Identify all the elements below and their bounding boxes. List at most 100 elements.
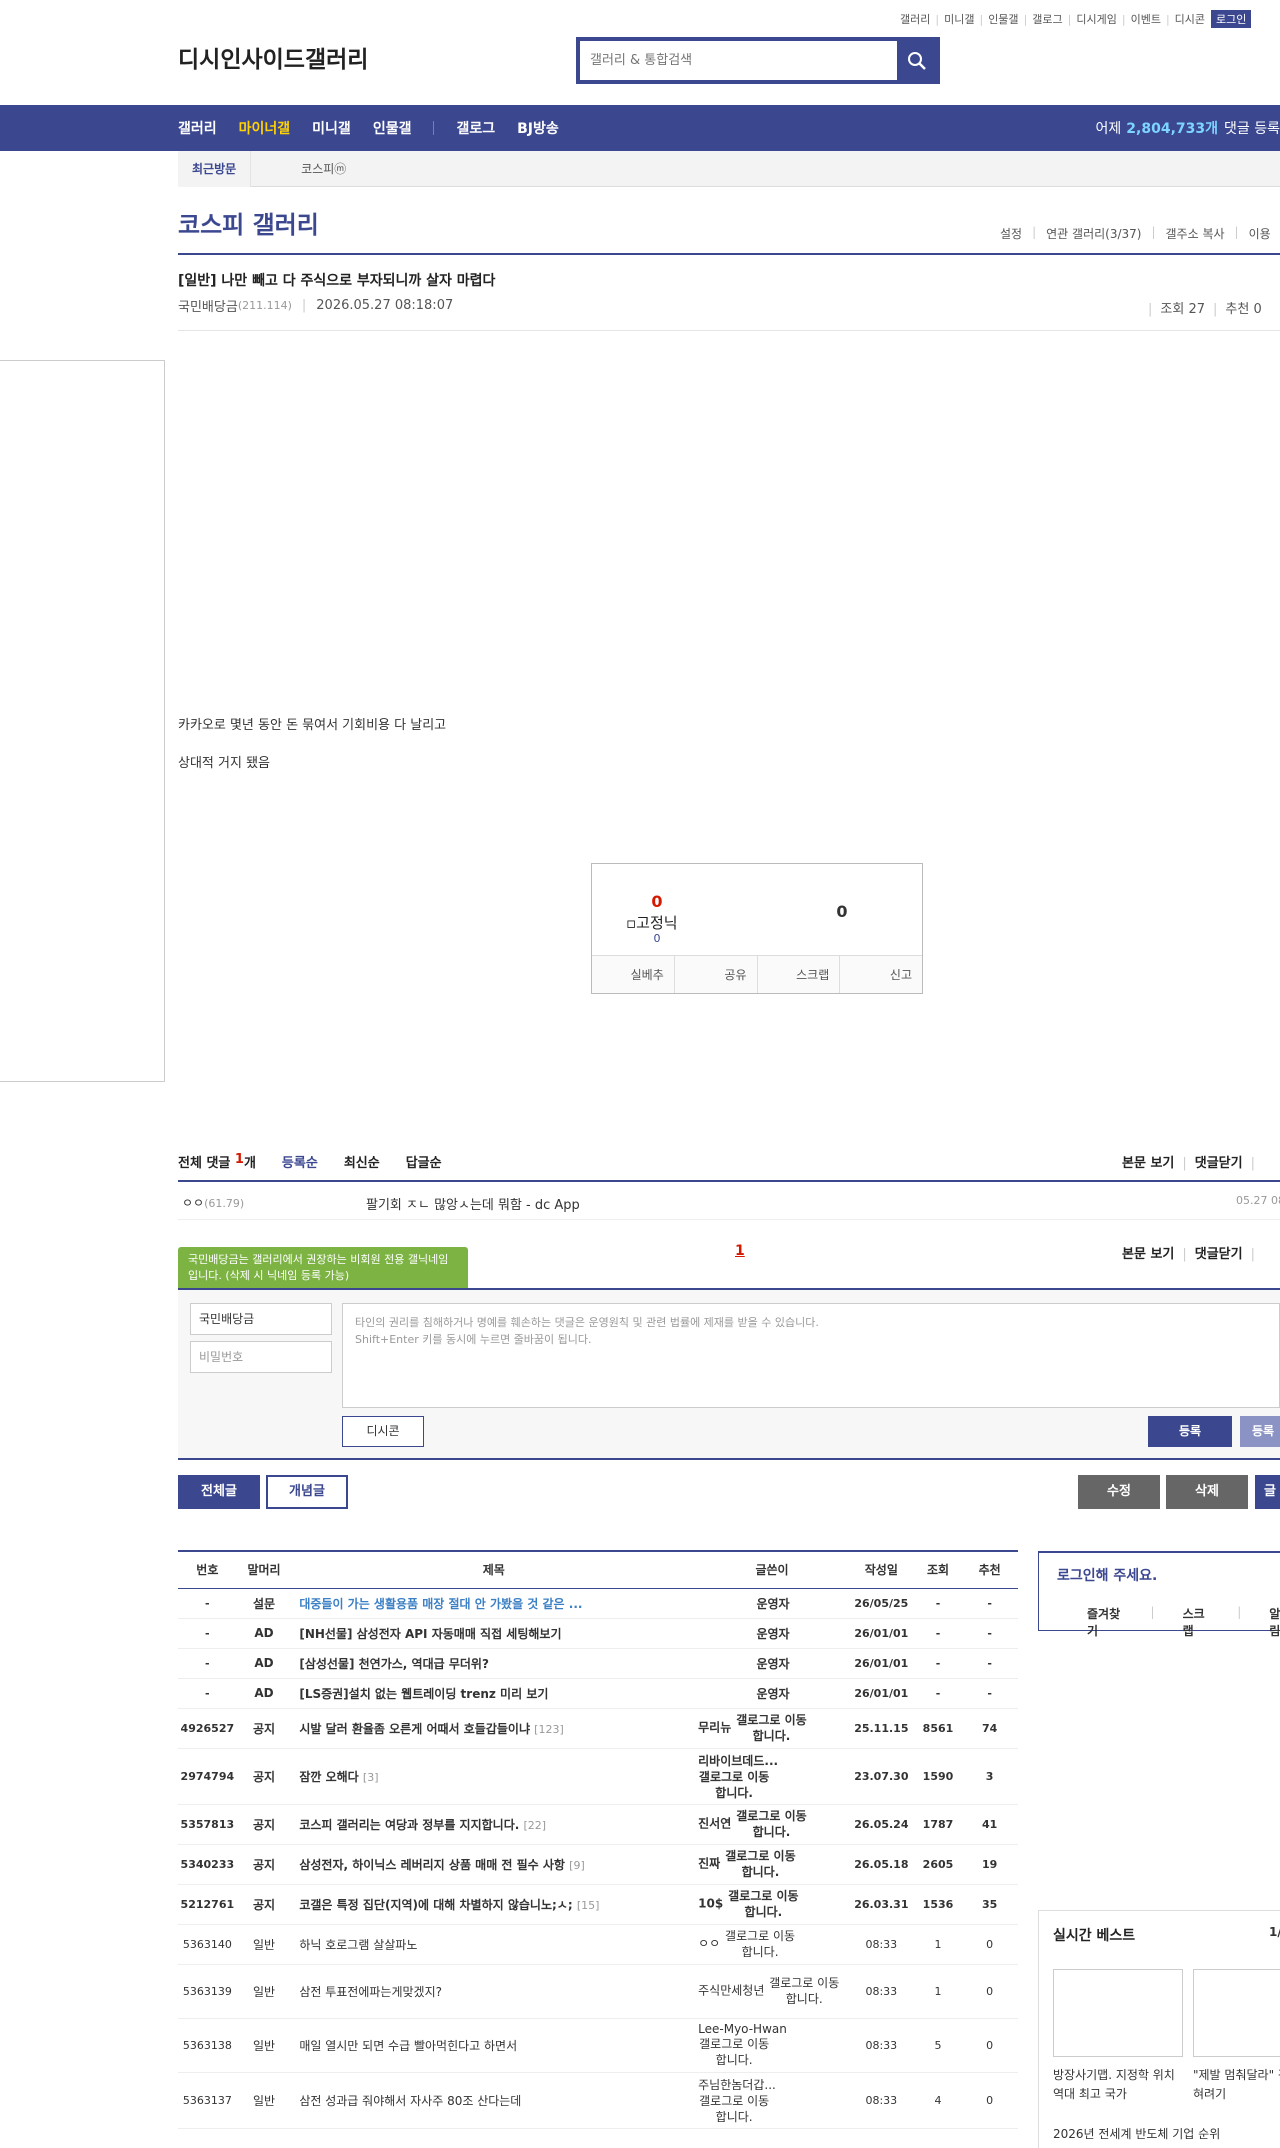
row-subject[interactable]: 하닉 호로그램 살살파노: [291, 1924, 697, 1965]
sort-replies[interactable]: 답글순: [406, 1152, 442, 1171]
reply-count[interactable]: [22]: [524, 1819, 547, 1832]
row-writer[interactable]: 무리뉴 갤로그로 이동합니다.: [696, 1708, 848, 1749]
table-row[interactable]: 5363139 일반 삼전 투표전에파는게맞겠지? 주식만세청년 갤로그로 이동합니다…: [178, 1964, 1018, 2019]
comment-submit-button[interactable]: 등록: [1148, 1416, 1232, 1447]
best-caption[interactable]: 방장사기맵. 지정학 위치 역대 최고 국가: [1053, 2066, 1189, 2104]
gallog-icon[interactable]: 갤로그로 이동합니다.: [724, 1928, 796, 1960]
row-writer[interactable]: 주님한놈더갑... 갤로그로 이동합니다.: [696, 2072, 848, 2129]
comment-page-1[interactable]: 1: [735, 1243, 745, 1259]
reply-count[interactable]: [123]: [534, 1723, 564, 1736]
row-writer[interactable]: Lee-Myo-Hwan 갤로그로 이동합니다.: [696, 2018, 848, 2073]
all-posts-button[interactable]: 전체글: [178, 1475, 260, 1509]
nav-mini-gallery[interactable]: 미니갤: [312, 118, 351, 138]
table-row[interactable]: 2974794 공지 잠깐 오해다 [3] 리바이브데드... 갤로그로 이동합니다.…: [178, 1748, 1018, 1805]
writer-nick[interactable]: 진서연: [698, 1817, 731, 1831]
row-writer[interactable]: 진짜 갤로그로 이동합니다.: [696, 1844, 848, 1885]
row-subject[interactable]: 코스피 갤러리는 여당과 정부를 지지합니다. [22]: [291, 1804, 697, 1845]
writer-nick[interactable]: 리바이브데드...: [698, 1754, 778, 1768]
recent-item-kospi[interactable]: 코스피ⓜ: [301, 160, 346, 177]
write-button[interactable]: 글: [1255, 1475, 1280, 1509]
row-subject-text[interactable]: 코갤은 특정 집단(지역)에 대해 차별하지 않습니노;ㅅ;: [299, 1898, 572, 1912]
view-body-button-bottom[interactable]: 본문 보기: [1122, 1247, 1174, 1262]
edit-button[interactable]: 수정: [1078, 1475, 1160, 1509]
gallog-icon[interactable]: 갤로그로 이동합니다.: [768, 1975, 840, 2007]
table-row[interactable]: 5212761 공지 코갤은 특정 집단(지역)에 대해 차별하지 않습니노;ㅅ; …: [178, 1884, 1018, 1925]
toplink-gallog[interactable]: 갤로그: [1032, 11, 1062, 27]
row-writer[interactable]: 운영자: [696, 1648, 848, 1679]
row-subject[interactable]: 삼성전자, 하이닉스 레버리지 상품 매매 전 필수 사항 [9]: [291, 1844, 697, 1885]
comment-nick[interactable]: ㅇㅇ(61.79): [182, 1194, 244, 1211]
nav-person-gallery[interactable]: 인물갤: [373, 118, 412, 138]
row-subject[interactable]: [삼성선물] 천연가스, 역대급 무더위?: [291, 1648, 697, 1679]
dccon-button[interactable]: 디시콘: [342, 1416, 424, 1447]
writer-nick[interactable]: Lee-Myo-Hwan: [698, 2022, 787, 2036]
row-writer[interactable]: 진서연 갤로그로 이동합니다.: [696, 1804, 848, 1845]
row-writer[interactable]: 10$ 갤로그로 이동합니다.: [696, 1884, 848, 1925]
close-comments-button-bottom[interactable]: 댓글닫기: [1195, 1247, 1243, 1262]
row-subject[interactable]: 시발 달러 환율좀 오른게 어때서 호들갑들이냐 [123]: [291, 1708, 697, 1749]
best-item[interactable]: 2026년 전세계 반도체 기업 순위: [1053, 2125, 1220, 2142]
share-button[interactable]: 공유: [675, 956, 758, 993]
row-subject-text[interactable]: [삼성선물] 천연가스, 역대급 무더위?: [299, 1657, 489, 1671]
reply-count[interactable]: [3]: [363, 1771, 379, 1784]
writer-nick[interactable]: 진짜: [698, 1857, 720, 1871]
notifications-button[interactable]: 알림: [1269, 1605, 1280, 1639]
best-thumbnail[interactable]: [1053, 1969, 1183, 2057]
toplink-minigall[interactable]: 미니갤: [944, 11, 974, 27]
table-row[interactable]: 5340233 공지 삼성전자, 하이닉스 레버리지 상품 매매 전 필수 사항 […: [178, 1844, 1018, 1885]
row-subject-text[interactable]: 코스피 갤러리는 여당과 정부를 지지합니다.: [299, 1818, 519, 1832]
row-subject-text[interactable]: 삼성전자, 하이닉스 레버리지 상품 매매 전 필수 사항: [299, 1858, 565, 1872]
writer-nick[interactable]: ㅇㅇ: [698, 1937, 720, 1951]
table-row[interactable]: 5357813 공지 코스피 갤러리는 여당과 정부를 지지합니다. [22] 진서연…: [178, 1804, 1018, 1845]
table-row[interactable]: 5363137 일반 삼전 성과급 줘야해서 자사주 80조 산다는데 주님한놈더갑.…: [178, 2072, 1018, 2129]
login-prompt[interactable]: 로그인해 주세요.: [1057, 1565, 1157, 1585]
writer-nick[interactable]: 주님한놈더갑...: [698, 2078, 776, 2092]
toplink-person[interactable]: 인물갤: [988, 11, 1018, 27]
gallog-icon[interactable]: 갤로그로 이동합니다.: [698, 2036, 770, 2068]
table-row[interactable]: 5363140 일반 하닉 호로그램 살살파노 ㅇㅇ 갤로그로 이동합니다. 08:33…: [178, 1924, 1018, 1965]
view-body-button[interactable]: 본문 보기: [1122, 1156, 1174, 1171]
row-subject[interactable]: 삼전 투표전에파는게맞겠지?: [291, 1964, 697, 2019]
row-writer[interactable]: ㅇㅇ 갤로그로 이동합니다.: [696, 1924, 848, 1965]
row-subject-text[interactable]: 삼전 성과급 줘야해서 자사주 80조 산다는데: [299, 2094, 521, 2108]
best-caption[interactable]: "제발 멈춰달라" 강제 팔금혀려기: [1193, 2066, 1280, 2104]
recommend-up-count[interactable]: 0: [592, 892, 722, 911]
recommend-down-count[interactable]: 0: [812, 902, 872, 921]
table-row[interactable]: - 설문 대중들이 가는 생활용품 매장 절대 안 가봤을 것 같은 ... 운영자 2…: [178, 1588, 1018, 1619]
toplink-dccon[interactable]: 디시콘: [1175, 11, 1205, 27]
row-subject[interactable]: [NH선물] 삼성전자 API 자동매매 직접 세팅해보기: [291, 1618, 697, 1649]
scrap-list-button[interactable]: 스크랩: [1183, 1605, 1210, 1639]
site-logo[interactable]: 디시인사이드갤러리: [178, 40, 368, 74]
post-writer[interactable]: 국민배당금: [178, 296, 238, 315]
writer-nick[interactable]: 운영자: [756, 1657, 789, 1671]
row-writer[interactable]: 리바이브데드... 갤로그로 이동합니다.: [696, 1748, 848, 1805]
row-subject-text[interactable]: 대중들이 가는 생활용품 매장 절대 안 가봤을 것 같은 ...: [299, 1597, 582, 1611]
table-row[interactable]: - AD [NH선물] 삼성전자 API 자동매매 직접 세팅해보기 운영자 26/01…: [178, 1618, 1018, 1649]
gallog-icon[interactable]: 갤로그로 이동합니다.: [735, 1712, 807, 1744]
gallog-icon[interactable]: 갤로그로 이동합니다.: [735, 1808, 807, 1840]
row-subject[interactable]: [LS증권]설치 없는 웹트레이딩 trenz 미리 보기: [291, 1678, 697, 1709]
reply-count[interactable]: [15]: [577, 1899, 600, 1912]
gallog-icon[interactable]: 갤로그로 이동합니다.: [724, 1848, 796, 1880]
gallog-icon[interactable]: 갤로그로 이동합니다.: [698, 1769, 770, 1801]
nav-bj[interactable]: BJ방송: [517, 118, 559, 138]
writer-nick[interactable]: 운영자: [756, 1627, 789, 1641]
gallery-title[interactable]: 코스피 갤러리: [178, 205, 319, 240]
row-subject[interactable]: 삼전 성과급 줘야해서 자사주 80조 산다는데: [291, 2072, 697, 2129]
report-button[interactable]: 신고: [840, 956, 922, 993]
row-subject[interactable]: 잠깐 오해다 [3]: [291, 1748, 697, 1805]
nick-field[interactable]: 국민배당금: [190, 1303, 332, 1335]
search-input[interactable]: [580, 41, 897, 80]
search-icon[interactable]: [897, 41, 936, 80]
toplink-game[interactable]: 디시게임: [1076, 11, 1116, 27]
table-row[interactable]: 5363138 일반 매일 열시만 되면 수급 빨아먹힌다고 하면서 Lee-Myo-…: [178, 2018, 1018, 2073]
row-subject-text[interactable]: 하닉 호로그램 살살파노: [299, 1938, 417, 1952]
comment-textarea[interactable]: 타인의 권리를 침해하거나 명예를 훼손하는 댓글은 운영원칙 및 관련 법률에…: [342, 1303, 1280, 1408]
table-row[interactable]: - AD [LS증권]설치 없는 웹트레이딩 trenz 미리 보기 운영자 26/01…: [178, 1678, 1018, 1709]
row-writer[interactable]: 운영자: [696, 1588, 848, 1619]
table-row[interactable]: 4926527 공지 시발 달러 환율좀 오른게 어때서 호들갑들이냐 [123] 무…: [178, 1708, 1018, 1749]
reply-count[interactable]: [9]: [569, 1859, 585, 1872]
gallog-icon[interactable]: 갤로그로 이동합니다.: [727, 1888, 799, 1920]
copy-address-link[interactable]: 갤주소 복사: [1166, 225, 1225, 242]
row-subject-text[interactable]: [LS증권]설치 없는 웹트레이딩 trenz 미리 보기: [299, 1687, 548, 1701]
